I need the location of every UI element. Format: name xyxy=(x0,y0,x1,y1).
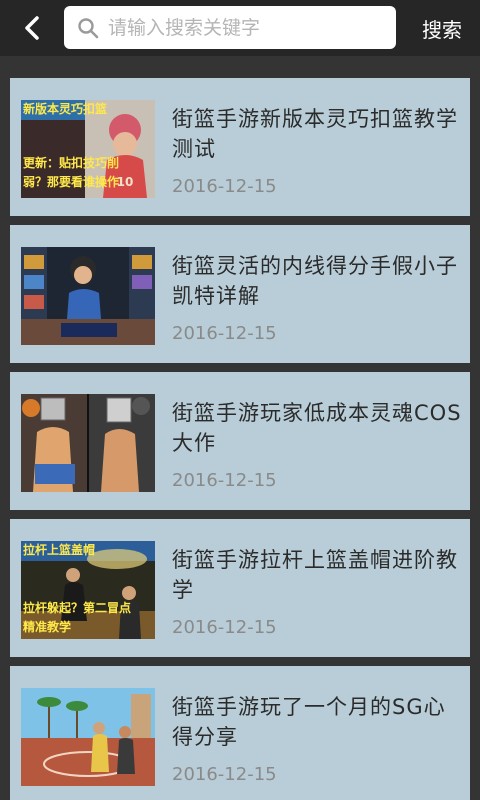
thumbnail-caption-bottom: 拉杆躲起？第二冒点精准教学 xyxy=(23,601,132,634)
article-thumbnail xyxy=(21,394,155,492)
article-title: 街篮灵活的内线得分手假小子凯特详解 xyxy=(172,254,458,308)
article-title: 街篮手游新版本灵巧扣篮教学测试 xyxy=(172,107,458,161)
article-title: 街篮手游玩家低成本灵魂COS大作 xyxy=(172,401,462,455)
article-date: 2016-12-15 xyxy=(172,617,277,638)
article-card[interactable]: 街篮手游玩家低成本灵魂COS大作 2016-12-15 xyxy=(10,372,470,510)
top-bar: 搜索 xyxy=(0,0,480,56)
thumbnail-caption-top: 新版本灵巧扣篮 xyxy=(23,102,108,116)
article-title: 街篮手游拉杆上篮盖帽进阶教学 xyxy=(172,548,458,602)
svg-text:10: 10 xyxy=(117,175,134,189)
back-button[interactable] xyxy=(14,12,50,44)
search-button[interactable]: 搜索 xyxy=(412,8,472,48)
article-card[interactable]: 拉杆上篮盖帽 拉杆躲起？第二冒点精准教学 街篮手游拉杆上篮盖帽进阶教学 2016… xyxy=(10,519,470,657)
article-card[interactable]: 10 新版本灵巧扣篮 更新：贴扣技巧削弱？那要看谁操作 街篮手游新版本灵巧扣篮教… xyxy=(10,78,470,216)
article-list: 10 新版本灵巧扣篮 更新：贴扣技巧削弱？那要看谁操作 街篮手游新版本灵巧扣篮教… xyxy=(0,56,480,800)
thumbnail-caption-top: 拉杆上篮盖帽 xyxy=(23,543,96,557)
article-title: 街篮手游玩了一个月的SG心得分享 xyxy=(172,695,446,749)
article-thumbnail xyxy=(21,247,155,345)
article-date: 2016-12-15 xyxy=(172,323,277,344)
search-icon xyxy=(76,16,100,40)
chevron-left-icon xyxy=(25,16,39,40)
article-date: 2016-12-15 xyxy=(172,764,277,785)
thumbnail-caption-bottom: 更新：贴扣技巧削弱？那要看谁操作 xyxy=(23,156,120,189)
article-thumbnail: 10 新版本灵巧扣篮 更新：贴扣技巧削弱？那要看谁操作 xyxy=(21,100,155,198)
article-thumbnail: 拉杆上篮盖帽 拉杆躲起？第二冒点精准教学 xyxy=(21,541,155,639)
search-box[interactable] xyxy=(64,6,396,49)
article-card[interactable]: 街篮灵活的内线得分手假小子凯特详解 2016-12-15 xyxy=(10,225,470,363)
article-card[interactable]: 街篮手游玩了一个月的SG心得分享 2016-12-15 xyxy=(10,666,470,800)
article-thumbnail xyxy=(21,688,155,786)
search-input[interactable] xyxy=(106,15,390,40)
article-date: 2016-12-15 xyxy=(172,176,277,197)
article-date: 2016-12-15 xyxy=(172,470,277,491)
